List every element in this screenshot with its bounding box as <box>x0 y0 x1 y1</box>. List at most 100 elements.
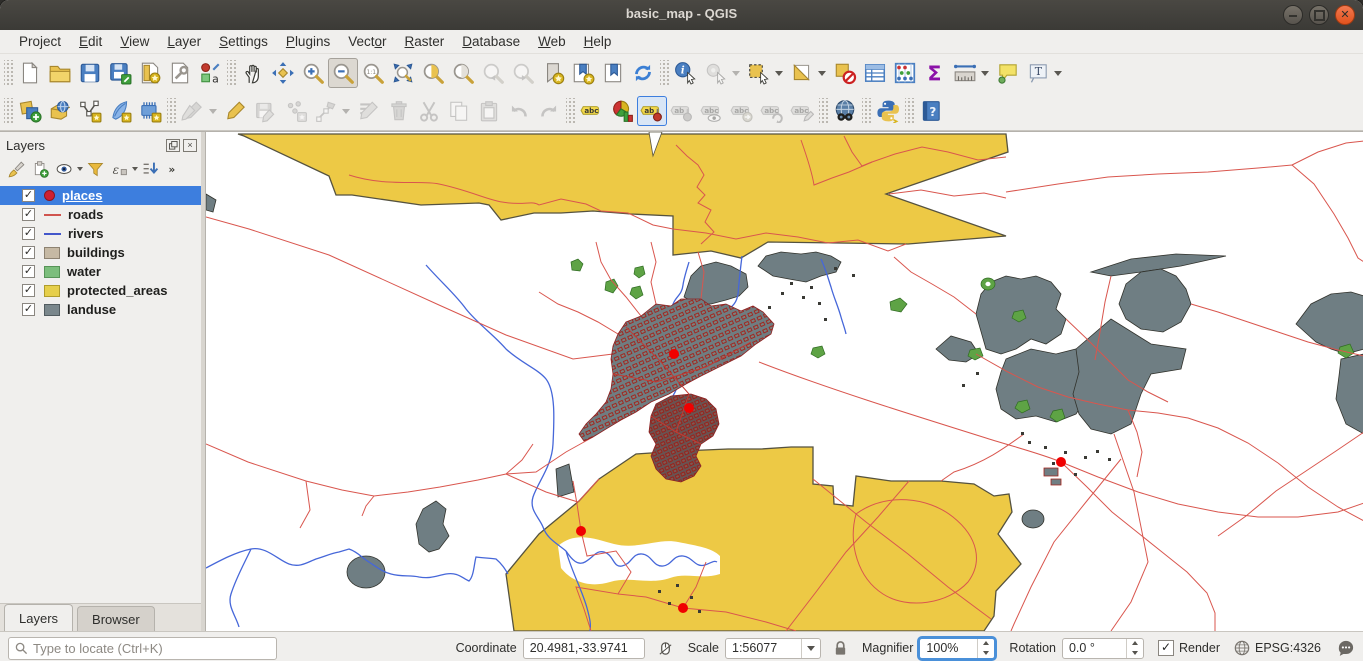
layer-checkbox-places[interactable]: ✓ <box>22 189 35 202</box>
layer-checkbox-roads[interactable]: ✓ <box>22 208 35 221</box>
help-button[interactable]: ? <box>916 96 946 126</box>
open-project-button[interactable] <box>45 58 75 88</box>
pin-labels-button[interactable]: ab <box>637 96 667 126</box>
toolbar-grip[interactable] <box>660 60 669 86</box>
field-calculator-button[interactable] <box>890 58 920 88</box>
layer-diagram-button[interactable] <box>607 96 637 126</box>
map-tips-button[interactable] <box>993 58 1023 88</box>
toggle-editing-button[interactable] <box>221 96 251 126</box>
new-spatialite-button[interactable] <box>105 96 135 126</box>
coordinate-input[interactable]: 20.4981,-33.9741 <box>523 638 645 659</box>
new-bookmark-button[interactable] <box>538 58 568 88</box>
undo-button[interactable] <box>504 96 534 126</box>
crs-status-button[interactable]: EPSG:4326 <box>1234 640 1321 656</box>
toolbar-grip[interactable] <box>4 60 13 86</box>
zoom-last-button[interactable] <box>478 58 508 88</box>
vertex-tool-button[interactable] <box>311 96 341 126</box>
messages-icon[interactable] <box>1337 640 1355 656</box>
text-annotation-button-dropdown-icon[interactable] <box>1054 71 1062 76</box>
overflow-button[interactable]: » <box>162 157 186 181</box>
minimize-button[interactable] <box>1283 5 1303 25</box>
toolbar-grip[interactable] <box>167 98 176 124</box>
data-source-manager-button[interactable] <box>15 96 45 126</box>
layer-item-rivers[interactable]: ✓rivers <box>0 224 201 243</box>
render-checkbox[interactable]: ✓ <box>1158 640 1174 656</box>
layer-item-protected_areas[interactable]: ✓protected_areas <box>0 281 201 300</box>
current-edits-button-dropdown-icon[interactable] <box>209 109 217 114</box>
manage-map-themes-button[interactable] <box>52 157 76 181</box>
new-shapefile-button[interactable] <box>75 96 105 126</box>
unpin-labels-button[interactable]: ab <box>667 96 697 126</box>
metasearch-button[interactable] <box>830 96 860 126</box>
tab-layers[interactable]: Layers <box>4 604 73 631</box>
pan-to-selection-button[interactable] <box>268 58 298 88</box>
menu-help[interactable]: Help <box>575 32 621 51</box>
locate-search-input[interactable]: Type to locate (Ctrl+K) <box>8 637 277 660</box>
identify-features-button[interactable]: i <box>671 58 701 88</box>
save-project-button[interactable] <box>75 58 105 88</box>
move-label-button[interactable]: abc <box>727 96 757 126</box>
vertex-tool-button-dropdown-icon[interactable] <box>342 109 350 114</box>
layer-checkbox-protected_areas[interactable]: ✓ <box>22 284 35 297</box>
filter-by-expression-button[interactable]: ε <box>107 157 131 181</box>
select-features-button-dropdown-icon[interactable] <box>775 71 783 76</box>
run-feature-action-button[interactable] <box>701 58 731 88</box>
maximize-button[interactable] <box>1309 5 1329 25</box>
toolbar-grip[interactable] <box>862 98 871 124</box>
panel-float-icon[interactable] <box>166 139 180 152</box>
refresh-button[interactable] <box>628 58 658 88</box>
show-bookmarks-button[interactable] <box>568 58 598 88</box>
menu-database[interactable]: Database <box>453 32 529 51</box>
run-feature-action-button-dropdown-icon[interactable] <box>732 71 740 76</box>
layer-checkbox-water[interactable]: ✓ <box>22 265 35 278</box>
redo-button[interactable] <box>534 96 564 126</box>
layer-item-places[interactable]: ✓places <box>0 186 201 205</box>
layer-checkbox-buildings[interactable]: ✓ <box>22 246 35 259</box>
add-group-button[interactable] <box>28 157 52 181</box>
rotate-label-button[interactable]: abc <box>757 96 787 126</box>
zoom-next-button[interactable] <box>508 58 538 88</box>
toolbar-grip[interactable] <box>227 60 236 86</box>
scale-dropdown-icon[interactable] <box>801 639 820 658</box>
pan-map-button[interactable] <box>238 58 268 88</box>
rotation-spinbox[interactable]: 0.0 ° <box>1062 638 1144 659</box>
toolbar-grip[interactable] <box>905 98 914 124</box>
layer-checkbox-rivers[interactable]: ✓ <box>22 227 35 240</box>
tab-browser[interactable]: Browser <box>77 606 155 631</box>
new-virtual-layer-button[interactable] <box>135 96 165 126</box>
select-by-expression-button[interactable] <box>787 58 817 88</box>
python-console-button[interactable] <box>873 96 903 126</box>
magnifier-spin-buttons[interactable] <box>977 639 994 658</box>
layer-labeling-button[interactable]: abc <box>577 96 607 126</box>
layer-checkbox-landuse[interactable]: ✓ <box>22 303 35 316</box>
menu-web[interactable]: Web <box>529 32 575 51</box>
paste-features-button[interactable] <box>474 96 504 126</box>
panel-close-icon[interactable]: × <box>183 139 197 152</box>
modify-attributes-button[interactable] <box>354 96 384 126</box>
zoom-full-button[interactable] <box>388 58 418 88</box>
layer-item-roads[interactable]: ✓roads <box>0 205 201 224</box>
menu-project[interactable]: Project <box>10 32 70 51</box>
measure-button-dropdown-icon[interactable] <box>981 71 989 76</box>
menu-edit[interactable]: Edit <box>70 32 111 51</box>
statistical-summary-button[interactable]: Σ <box>920 58 950 88</box>
text-annotation-button[interactable]: T <box>1023 58 1053 88</box>
menu-plugins[interactable]: Plugins <box>277 32 339 51</box>
digitize-button[interactable] <box>281 96 311 126</box>
scale-combobox[interactable]: 1:56077 <box>725 638 821 659</box>
layout-manager-button[interactable] <box>165 58 195 88</box>
map-canvas[interactable] <box>206 132 1363 631</box>
layer-item-landuse[interactable]: ✓landuse <box>0 300 201 319</box>
delete-selected-button[interactable] <box>384 96 414 126</box>
select-by-expression-button-dropdown-icon[interactable] <box>818 71 826 76</box>
expand-collapse-button[interactable] <box>138 157 162 181</box>
toolbar-grip[interactable] <box>819 98 828 124</box>
title-bar[interactable]: basic_map - QGIS ✕ <box>0 0 1363 30</box>
save-layer-edits-button[interactable] <box>251 96 281 126</box>
filter-legend-button[interactable] <box>83 157 107 181</box>
new-project-button[interactable] <box>15 58 45 88</box>
layer-item-water[interactable]: ✓water <box>0 262 201 281</box>
render-checkbox-group[interactable]: ✓ Render <box>1158 640 1220 656</box>
cut-features-button[interactable] <box>414 96 444 126</box>
toolbar-grip[interactable] <box>566 98 575 124</box>
